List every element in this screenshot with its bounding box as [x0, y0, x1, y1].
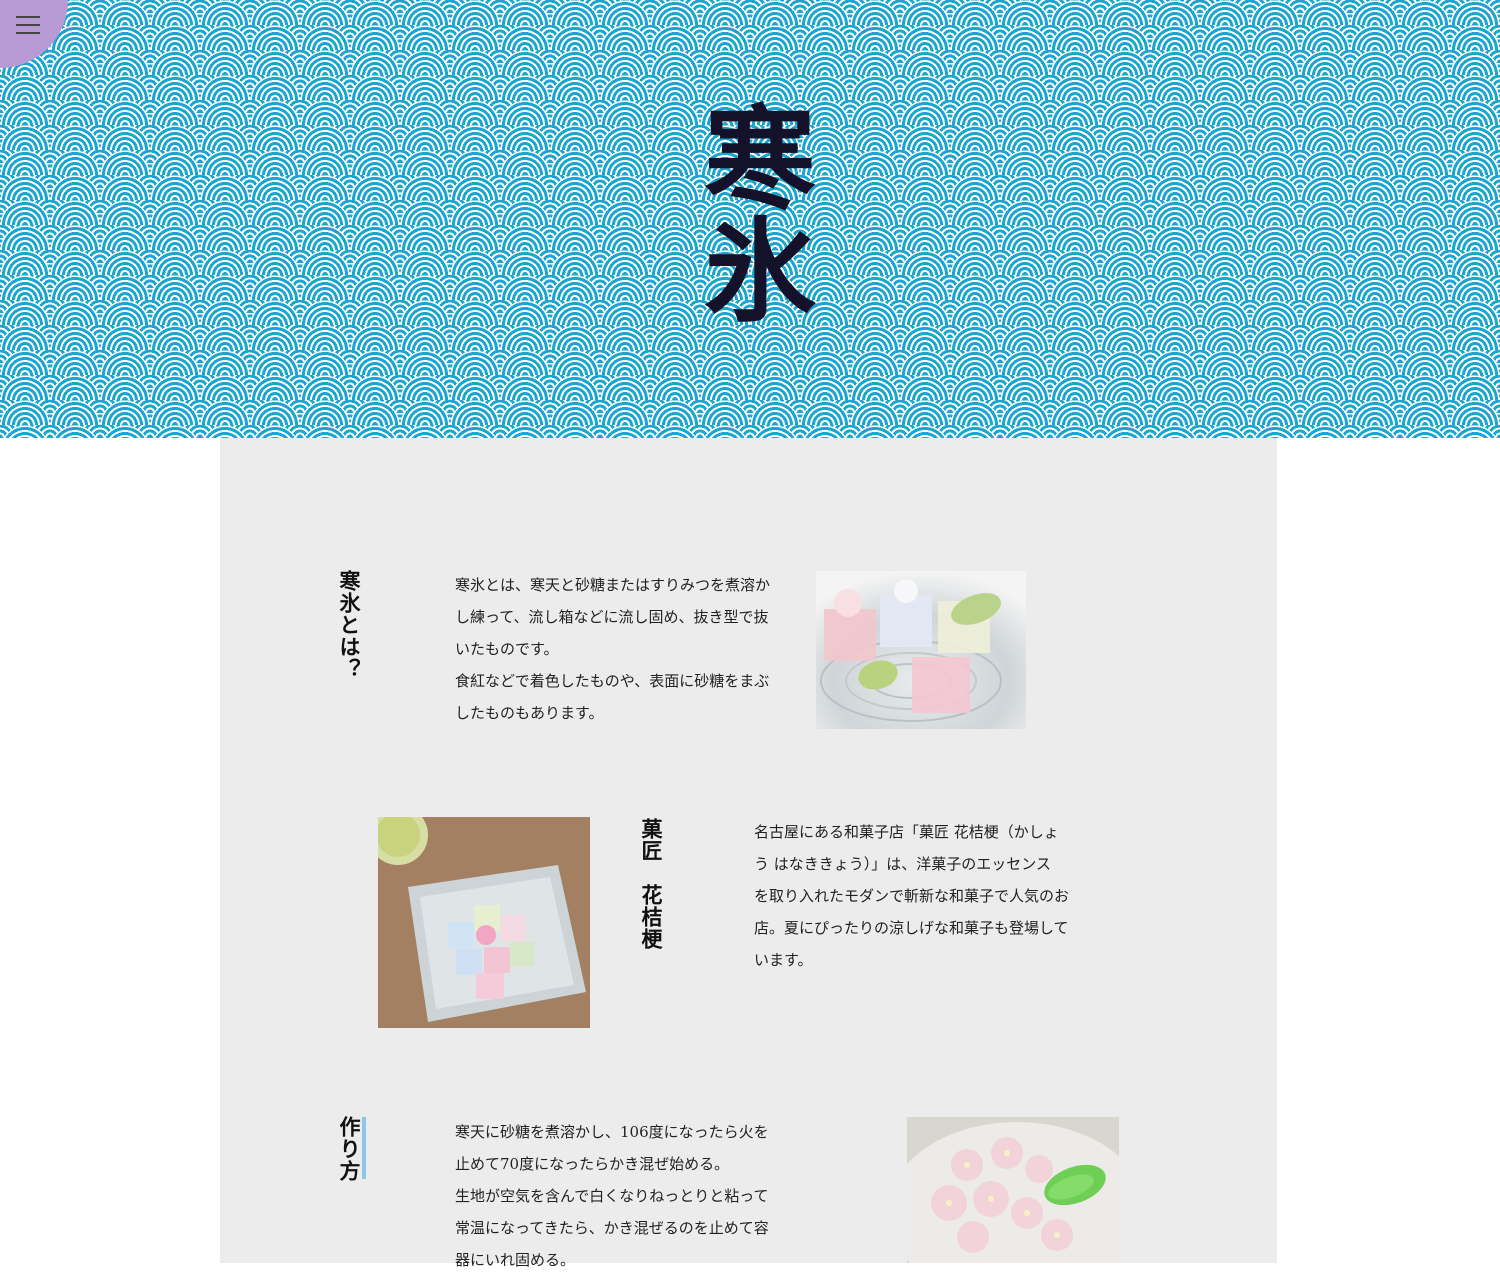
hamburger-menu-icon[interactable]: [16, 16, 40, 34]
section-text-kasho-hanakikyo: 名古屋にある和菓子店「菓匠 花桔梗（かしょ う はなききょう）」は、洋菓子のエッ…: [754, 823, 1070, 969]
section-text-what-is-kangori: 寒氷とは、寒天と砂糖またはすりみつを煮溶か し練って、流し箱などに流し固め、抜き…: [455, 576, 771, 722]
kangori-photo-wooden-table: [378, 817, 590, 1028]
hero-title: 寒氷: [685, 100, 816, 324]
hero-wave-banner: 寒氷: [0, 0, 1500, 438]
heading-accent-bar: [362, 1117, 366, 1179]
content-panel: 寒氷とは？ 寒氷とは、寒天と砂糖またはすりみつを煮溶か し練って、流し箱などに流…: [220, 438, 1277, 1269]
section-heading-what-is-kangori: 寒氷とは？: [337, 570, 362, 680]
kangori-photo-glass-plate: [816, 571, 1026, 729]
kangori-photo-sakura-flowers: [907, 1117, 1119, 1263]
section-heading-kasho-hanakikyo: 菓匠 花桔梗: [639, 818, 664, 950]
section-text-how-to-make: 寒天に砂糖を煮溶かし、106度になったら火を 止めて70度になったらかき混ぜ始め…: [455, 1123, 769, 1269]
section-heading-how-to-make: 作り方: [337, 1116, 362, 1182]
